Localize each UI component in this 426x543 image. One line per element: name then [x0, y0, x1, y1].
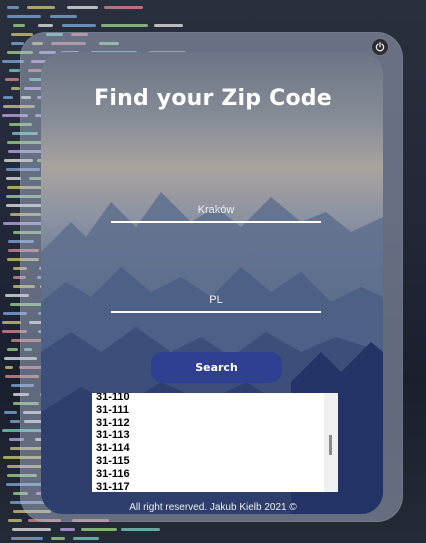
code-line [5, 78, 19, 81]
code-line [7, 6, 19, 9]
code-line [101, 24, 148, 27]
code-line [73, 537, 99, 540]
code-line [67, 6, 98, 9]
footer-text: All right reserved. Jakub Kielb 2021 © [129, 502, 297, 513]
list-item[interactable]: 31-116 [96, 468, 338, 481]
code-line [51, 537, 65, 540]
results-scrollbar[interactable] [324, 393, 338, 492]
list-item[interactable]: 31-113 [96, 429, 338, 442]
page-title: Find your Zip Code [94, 86, 332, 111]
search-button[interactable]: Search [151, 352, 282, 383]
code-line [104, 6, 143, 9]
code-line [27, 6, 55, 9]
code-line [60, 528, 75, 531]
code-line [7, 348, 18, 351]
code-line [81, 528, 117, 531]
list-item[interactable]: 31-110 [96, 393, 338, 404]
code-line [9, 69, 20, 72]
code-line [5, 366, 13, 369]
code-line [13, 24, 25, 27]
country-input[interactable] [111, 289, 321, 313]
code-line [8, 519, 22, 522]
code-line [4, 411, 17, 414]
code-line [38, 24, 53, 27]
code-line [10, 420, 20, 423]
code-line [50, 15, 77, 18]
list-item[interactable]: 31-117 [96, 481, 338, 492]
scrollbar-thumb[interactable] [329, 435, 332, 455]
list-item[interactable]: 31-112 [96, 417, 338, 430]
code-line [62, 24, 96, 27]
power-icon [375, 42, 385, 52]
city-input[interactable] [111, 199, 321, 223]
code-line [12, 528, 51, 531]
list-item[interactable]: 31-114 [96, 442, 338, 455]
results-list[interactable]: 31-110 31-111 31-112 31-113 31-114 31-11… [92, 393, 338, 492]
code-line [121, 528, 160, 531]
code-line [11, 33, 33, 36]
code-line [2, 321, 21, 324]
code-line [7, 15, 41, 18]
code-line [154, 24, 183, 27]
list-item[interactable]: 31-111 [96, 404, 338, 417]
code-line [11, 537, 43, 540]
code-line [6, 177, 21, 180]
code-line [11, 42, 24, 45]
list-item[interactable]: 31-115 [96, 455, 338, 468]
